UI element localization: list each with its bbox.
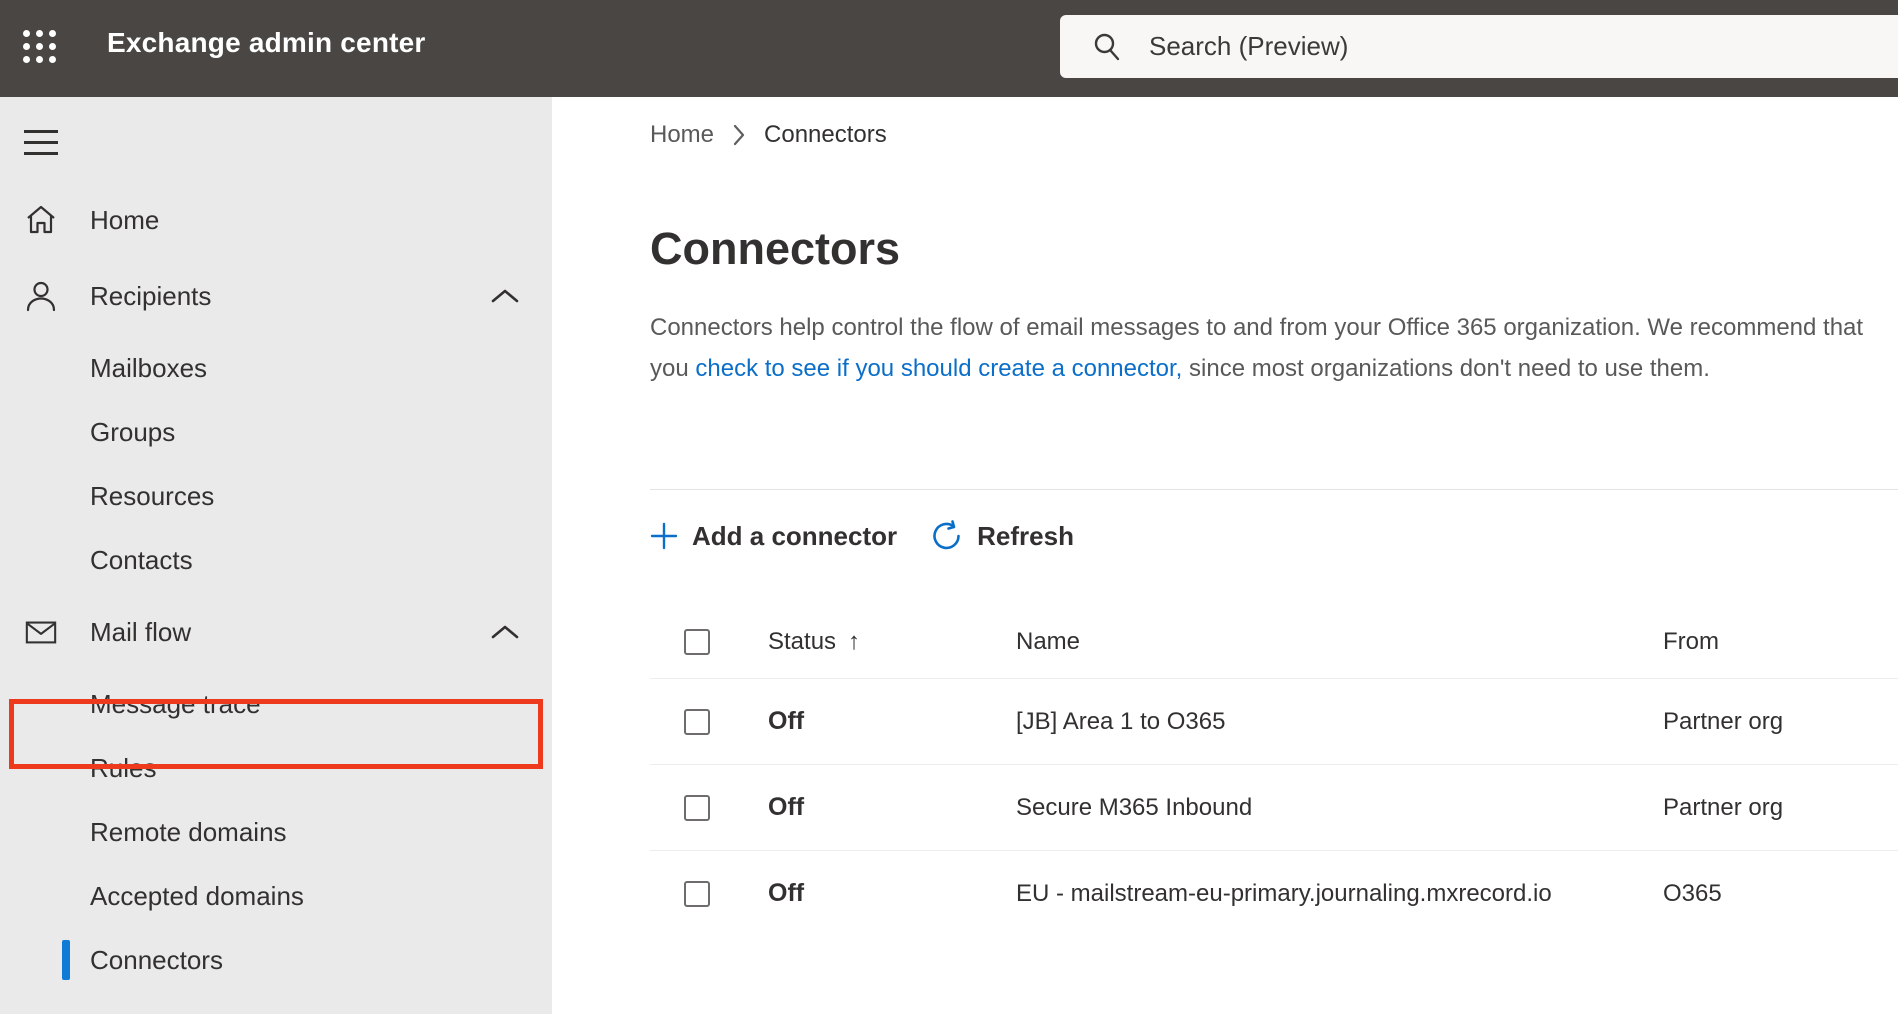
chevron-up-icon[interactable] [490, 287, 520, 305]
select-all-checkbox[interactable] [684, 629, 710, 655]
sidebar-item-contacts[interactable]: Contacts [0, 528, 552, 592]
mail-envelope-icon [24, 615, 58, 649]
refresh-button[interactable]: Refresh [931, 520, 1074, 552]
column-header-status[interactable]: Status [768, 628, 836, 656]
left-navigation-sidebar: Home Recipients Mailboxes Groups Resourc… [0, 97, 552, 1014]
person-icon [24, 279, 58, 313]
table-row[interactable]: Off EU - mailstream-eu-primary.journalin… [650, 850, 1898, 936]
table-header-row: Status ↑ Name From [650, 606, 1898, 678]
connectors-table: Status ↑ Name From Off [JB] Area 1 to O3… [650, 606, 1898, 936]
sidebar-item-home[interactable]: Home [0, 184, 552, 256]
search-input[interactable] [1149, 31, 1898, 62]
global-search-box[interactable] [1060, 15, 1898, 78]
command-toolbar: Add a connector Refresh [650, 520, 1898, 552]
exchange-admin-center-window: Exchange admin center Search (Preview) H… [0, 0, 1898, 1014]
nav-list: Home Recipients Mailboxes Groups Resourc… [0, 184, 552, 992]
row-checkbox[interactable] [684, 794, 710, 821]
refresh-icon [931, 520, 963, 552]
add-connector-button[interactable]: Add a connector [650, 521, 897, 552]
sidebar-item-resources[interactable]: Resources [0, 464, 552, 528]
create-connector-check-link[interactable]: check to see if you should create a conn… [695, 355, 1182, 382]
plus-icon [650, 522, 678, 550]
toolbar-divider [650, 489, 1898, 490]
sidebar-item-message-trace[interactable]: Message trace [0, 672, 552, 736]
sidebar-item-mail-flow[interactable]: Mail flow [0, 592, 552, 672]
table-row[interactable]: Off [JB] Area 1 to O365 Partner org [650, 678, 1898, 764]
chevron-up-icon[interactable] [490, 623, 520, 641]
column-header-name[interactable]: Name [1016, 628, 1663, 656]
sidebar-item-groups[interactable]: Groups [0, 400, 552, 464]
sidebar-item-connectors[interactable]: Connectors [0, 928, 552, 992]
breadcrumb-home-link[interactable]: Home [650, 121, 714, 149]
sidebar-item-mailboxes[interactable]: Mailboxes [0, 336, 552, 400]
page-description: Connectors help control the flow of emai… [650, 314, 1864, 382]
selected-item-indicator [62, 940, 70, 980]
sidebar-item-recipients[interactable]: Recipients [0, 256, 552, 336]
sidebar-item-accepted-domains[interactable]: Accepted domains [0, 864, 552, 928]
row-checkbox[interactable] [684, 708, 710, 735]
home-icon [24, 203, 58, 237]
row-checkbox[interactable] [684, 880, 710, 907]
chevron-right-icon [732, 123, 746, 147]
breadcrumb: Home Connectors [650, 97, 1898, 149]
breadcrumb-current: Connectors [764, 121, 887, 148]
sidebar-item-rules[interactable]: Rules [0, 736, 552, 800]
hamburger-menu-icon[interactable] [24, 130, 58, 155]
search-icon [1094, 33, 1120, 60]
sort-ascending-arrow-icon[interactable]: ↑ [848, 628, 860, 656]
top-app-bar: Exchange admin center [0, 0, 1898, 97]
sidebar-item-remote-domains[interactable]: Remote domains [0, 800, 552, 864]
column-header-from[interactable]: From [1663, 628, 1898, 656]
app-title: Exchange admin center [107, 27, 426, 58]
main-content: Home Connectors Connectors Connectors he… [552, 97, 1898, 1014]
page-title: Connectors [650, 223, 901, 274]
table-row[interactable]: Off Secure M365 Inbound Partner org [650, 764, 1898, 850]
app-launcher-waffle-icon[interactable] [23, 30, 59, 64]
